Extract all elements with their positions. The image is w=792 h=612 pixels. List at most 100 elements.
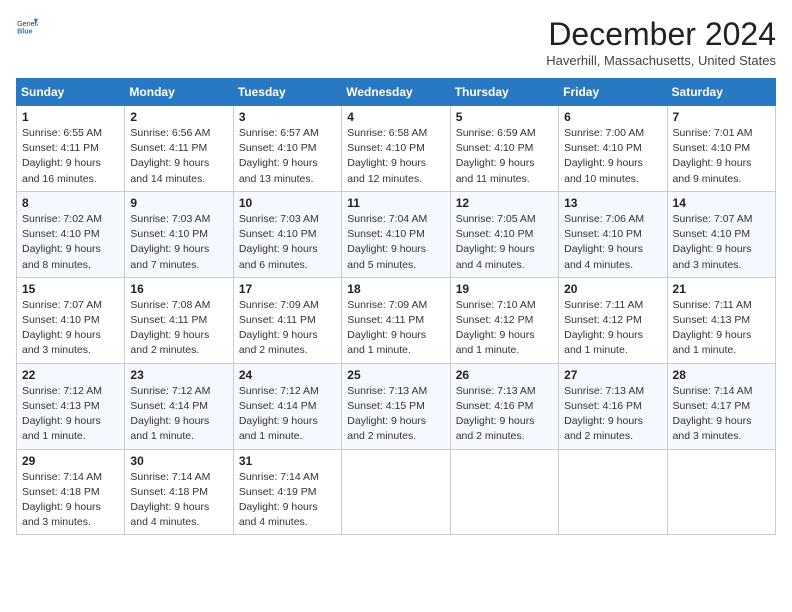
title-area: December 2024 Haverhill, Massachusetts, … — [546, 16, 776, 68]
day-number: 16 — [130, 282, 227, 296]
location-title: Haverhill, Massachusetts, United States — [546, 53, 776, 68]
calendar-cell: 6 Sunrise: 7:00 AM Sunset: 4:10 PM Dayli… — [559, 106, 667, 192]
day-info: Sunrise: 7:05 AM Sunset: 4:10 PM Dayligh… — [456, 212, 553, 273]
day-number: 20 — [564, 282, 661, 296]
day-info: Sunrise: 7:13 AM Sunset: 4:16 PM Dayligh… — [456, 384, 553, 445]
calendar-cell: 3 Sunrise: 6:57 AM Sunset: 4:10 PM Dayli… — [233, 106, 341, 192]
calendar-cell: 19 Sunrise: 7:10 AM Sunset: 4:12 PM Dayl… — [450, 277, 558, 363]
calendar-cell: 24 Sunrise: 7:12 AM Sunset: 4:14 PM Dayl… — [233, 363, 341, 449]
calendar-cell: 2 Sunrise: 6:56 AM Sunset: 4:11 PM Dayli… — [125, 106, 233, 192]
calendar-cell: 18 Sunrise: 7:09 AM Sunset: 4:11 PM Dayl… — [342, 277, 450, 363]
day-number: 17 — [239, 282, 336, 296]
day-info: Sunrise: 7:01 AM Sunset: 4:10 PM Dayligh… — [673, 126, 770, 187]
day-number: 25 — [347, 368, 444, 382]
day-info: Sunrise: 7:14 AM Sunset: 4:19 PM Dayligh… — [239, 470, 336, 531]
day-number: 26 — [456, 368, 553, 382]
weekday-header-monday: Monday — [125, 79, 233, 106]
calendar-cell: 10 Sunrise: 7:03 AM Sunset: 4:10 PM Dayl… — [233, 191, 341, 277]
week-row-5: 29 Sunrise: 7:14 AM Sunset: 4:18 PM Dayl… — [17, 449, 776, 535]
day-number: 31 — [239, 454, 336, 468]
calendar-cell: 14 Sunrise: 7:07 AM Sunset: 4:10 PM Dayl… — [667, 191, 775, 277]
day-number: 3 — [239, 110, 336, 124]
calendar-cell: 26 Sunrise: 7:13 AM Sunset: 4:16 PM Dayl… — [450, 363, 558, 449]
day-info: Sunrise: 7:13 AM Sunset: 4:16 PM Dayligh… — [564, 384, 661, 445]
calendar-cell — [450, 449, 558, 535]
day-number: 11 — [347, 196, 444, 210]
day-info: Sunrise: 6:56 AM Sunset: 4:11 PM Dayligh… — [130, 126, 227, 187]
calendar-cell: 9 Sunrise: 7:03 AM Sunset: 4:10 PM Dayli… — [125, 191, 233, 277]
day-number: 19 — [456, 282, 553, 296]
calendar-cell: 7 Sunrise: 7:01 AM Sunset: 4:10 PM Dayli… — [667, 106, 775, 192]
day-info: Sunrise: 7:09 AM Sunset: 4:11 PM Dayligh… — [239, 298, 336, 359]
header: General Blue December 2024 Haverhill, Ma… — [16, 16, 776, 68]
day-info: Sunrise: 7:14 AM Sunset: 4:17 PM Dayligh… — [673, 384, 770, 445]
calendar-cell: 12 Sunrise: 7:05 AM Sunset: 4:10 PM Dayl… — [450, 191, 558, 277]
day-number: 8 — [22, 196, 119, 210]
calendar-cell: 31 Sunrise: 7:14 AM Sunset: 4:19 PM Dayl… — [233, 449, 341, 535]
day-info: Sunrise: 7:07 AM Sunset: 4:10 PM Dayligh… — [22, 298, 119, 359]
weekday-header-tuesday: Tuesday — [233, 79, 341, 106]
day-number: 13 — [564, 196, 661, 210]
calendar-cell — [342, 449, 450, 535]
day-info: Sunrise: 7:10 AM Sunset: 4:12 PM Dayligh… — [456, 298, 553, 359]
day-info: Sunrise: 7:07 AM Sunset: 4:10 PM Dayligh… — [673, 212, 770, 273]
weekday-header-saturday: Saturday — [667, 79, 775, 106]
week-row-4: 22 Sunrise: 7:12 AM Sunset: 4:13 PM Dayl… — [17, 363, 776, 449]
calendar-cell: 4 Sunrise: 6:58 AM Sunset: 4:10 PM Dayli… — [342, 106, 450, 192]
calendar-cell: 28 Sunrise: 7:14 AM Sunset: 4:17 PM Dayl… — [667, 363, 775, 449]
day-info: Sunrise: 7:03 AM Sunset: 4:10 PM Dayligh… — [239, 212, 336, 273]
day-number: 2 — [130, 110, 227, 124]
day-info: Sunrise: 7:14 AM Sunset: 4:18 PM Dayligh… — [22, 470, 119, 531]
day-number: 23 — [130, 368, 227, 382]
day-info: Sunrise: 6:58 AM Sunset: 4:10 PM Dayligh… — [347, 126, 444, 187]
calendar-cell: 5 Sunrise: 6:59 AM Sunset: 4:10 PM Dayli… — [450, 106, 558, 192]
day-number: 24 — [239, 368, 336, 382]
day-info: Sunrise: 7:03 AM Sunset: 4:10 PM Dayligh… — [130, 212, 227, 273]
day-info: Sunrise: 7:13 AM Sunset: 4:15 PM Dayligh… — [347, 384, 444, 445]
week-row-3: 15 Sunrise: 7:07 AM Sunset: 4:10 PM Dayl… — [17, 277, 776, 363]
day-info: Sunrise: 7:14 AM Sunset: 4:18 PM Dayligh… — [130, 470, 227, 531]
day-info: Sunrise: 6:55 AM Sunset: 4:11 PM Dayligh… — [22, 126, 119, 187]
day-number: 29 — [22, 454, 119, 468]
day-info: Sunrise: 7:09 AM Sunset: 4:11 PM Dayligh… — [347, 298, 444, 359]
day-number: 1 — [22, 110, 119, 124]
week-row-1: 1 Sunrise: 6:55 AM Sunset: 4:11 PM Dayli… — [17, 106, 776, 192]
calendar-cell: 16 Sunrise: 7:08 AM Sunset: 4:11 PM Dayl… — [125, 277, 233, 363]
calendar-cell — [559, 449, 667, 535]
calendar-cell: 22 Sunrise: 7:12 AM Sunset: 4:13 PM Dayl… — [17, 363, 125, 449]
calendar-cell: 25 Sunrise: 7:13 AM Sunset: 4:15 PM Dayl… — [342, 363, 450, 449]
day-number: 15 — [22, 282, 119, 296]
day-info: Sunrise: 7:04 AM Sunset: 4:10 PM Dayligh… — [347, 212, 444, 273]
calendar-cell: 13 Sunrise: 7:06 AM Sunset: 4:10 PM Dayl… — [559, 191, 667, 277]
day-number: 30 — [130, 454, 227, 468]
weekday-header-row: SundayMondayTuesdayWednesdayThursdayFrid… — [17, 79, 776, 106]
day-info: Sunrise: 7:12 AM Sunset: 4:14 PM Dayligh… — [239, 384, 336, 445]
day-info: Sunrise: 7:06 AM Sunset: 4:10 PM Dayligh… — [564, 212, 661, 273]
calendar-cell: 8 Sunrise: 7:02 AM Sunset: 4:10 PM Dayli… — [17, 191, 125, 277]
day-info: Sunrise: 7:02 AM Sunset: 4:10 PM Dayligh… — [22, 212, 119, 273]
week-row-2: 8 Sunrise: 7:02 AM Sunset: 4:10 PM Dayli… — [17, 191, 776, 277]
calendar-cell: 20 Sunrise: 7:11 AM Sunset: 4:12 PM Dayl… — [559, 277, 667, 363]
logo-icon: General Blue — [16, 16, 38, 38]
day-info: Sunrise: 7:12 AM Sunset: 4:14 PM Dayligh… — [130, 384, 227, 445]
calendar-cell: 30 Sunrise: 7:14 AM Sunset: 4:18 PM Dayl… — [125, 449, 233, 535]
calendar-cell: 15 Sunrise: 7:07 AM Sunset: 4:10 PM Dayl… — [17, 277, 125, 363]
weekday-header-wednesday: Wednesday — [342, 79, 450, 106]
weekday-header-thursday: Thursday — [450, 79, 558, 106]
day-info: Sunrise: 6:57 AM Sunset: 4:10 PM Dayligh… — [239, 126, 336, 187]
calendar-cell: 23 Sunrise: 7:12 AM Sunset: 4:14 PM Dayl… — [125, 363, 233, 449]
day-info: Sunrise: 7:11 AM Sunset: 4:12 PM Dayligh… — [564, 298, 661, 359]
weekday-header-sunday: Sunday — [17, 79, 125, 106]
day-info: Sunrise: 7:12 AM Sunset: 4:13 PM Dayligh… — [22, 384, 119, 445]
weekday-header-friday: Friday — [559, 79, 667, 106]
calendar-cell: 21 Sunrise: 7:11 AM Sunset: 4:13 PM Dayl… — [667, 277, 775, 363]
month-title: December 2024 — [546, 16, 776, 53]
day-number: 12 — [456, 196, 553, 210]
calendar-table: SundayMondayTuesdayWednesdayThursdayFrid… — [16, 78, 776, 535]
day-number: 9 — [130, 196, 227, 210]
calendar-cell: 27 Sunrise: 7:13 AM Sunset: 4:16 PM Dayl… — [559, 363, 667, 449]
calendar-cell: 29 Sunrise: 7:14 AM Sunset: 4:18 PM Dayl… — [17, 449, 125, 535]
calendar-cell — [667, 449, 775, 535]
day-number: 28 — [673, 368, 770, 382]
day-number: 7 — [673, 110, 770, 124]
